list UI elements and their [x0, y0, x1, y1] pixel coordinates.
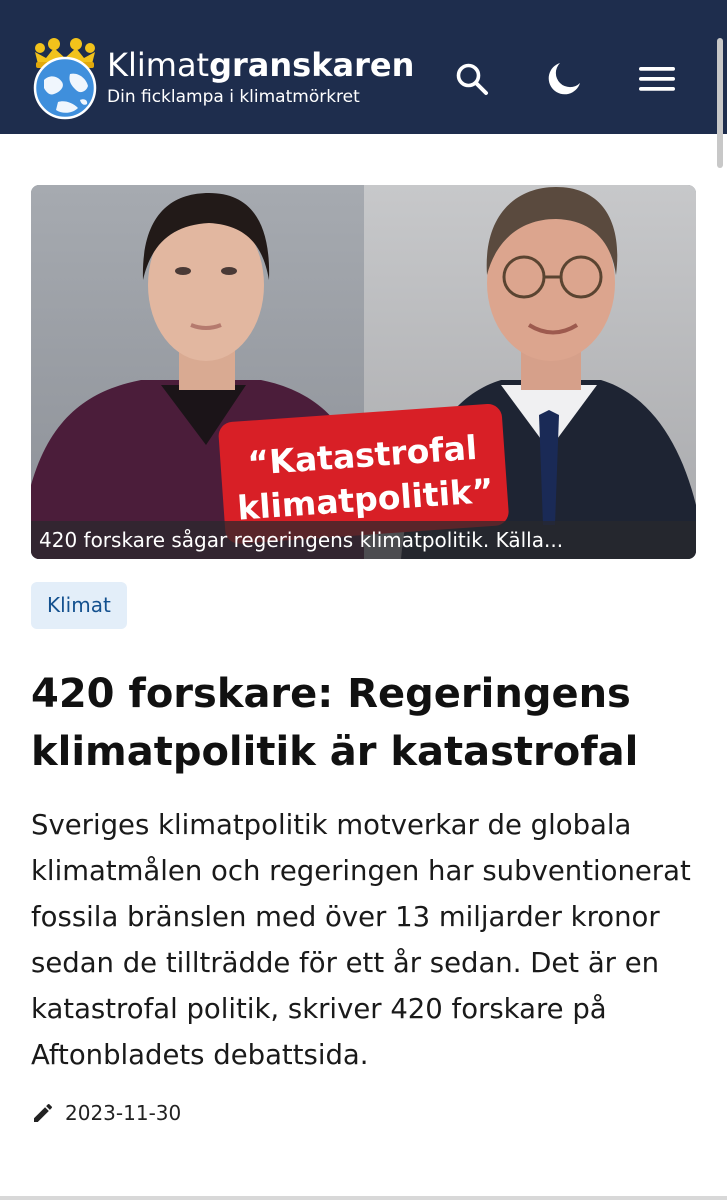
page: Klimatgranskaren Din ficklampa i klimatm…: [0, 0, 727, 1200]
article-title: 420 forskare: Regeringens klimatpolitik …: [31, 671, 639, 775]
site-logo[interactable]: [32, 38, 98, 120]
article-meta: 2023-11-30: [31, 1098, 181, 1128]
page-scrollbar[interactable]: [715, 0, 727, 1200]
site-title: Klimatgranskaren: [107, 46, 414, 84]
site-brand[interactable]: Klimatgranskaren Din ficklampa i klimatm…: [107, 46, 414, 108]
site-header: Klimatgranskaren Din ficklampa i klimatm…: [0, 0, 727, 134]
hamburger-menu-icon: [639, 67, 675, 91]
politicians-photo: “Katastrofal klimatpolitik”: [31, 185, 696, 559]
site-title-bold: granskaren: [209, 46, 415, 84]
site-title-light: Klimat: [107, 46, 210, 84]
site-tagline: Din ficklampa i klimatmörkret: [107, 87, 360, 107]
article-hero-image[interactable]: “Katastrofal klimatpolitik” 420 forskare…: [31, 185, 696, 559]
search-icon: [456, 63, 488, 95]
search-button[interactable]: [448, 55, 496, 103]
article-date: 2023-11-30: [65, 1101, 182, 1125]
category-tag[interactable]: Klimat: [31, 582, 127, 629]
article-lead: Sveriges klimatpolitik motverkar de glob…: [31, 809, 691, 1071]
scrollbar-thumb[interactable]: [717, 38, 723, 168]
menu-button[interactable]: [633, 55, 681, 103]
dark-mode-toggle[interactable]: [540, 55, 588, 103]
moon-icon: [548, 63, 580, 95]
pencil-icon: [34, 1103, 53, 1122]
divider: [0, 1196, 727, 1200]
image-caption: 420 forskare sågar regeringens klimatpol…: [31, 521, 696, 559]
crown-globe-logo-icon: [33, 38, 97, 120]
